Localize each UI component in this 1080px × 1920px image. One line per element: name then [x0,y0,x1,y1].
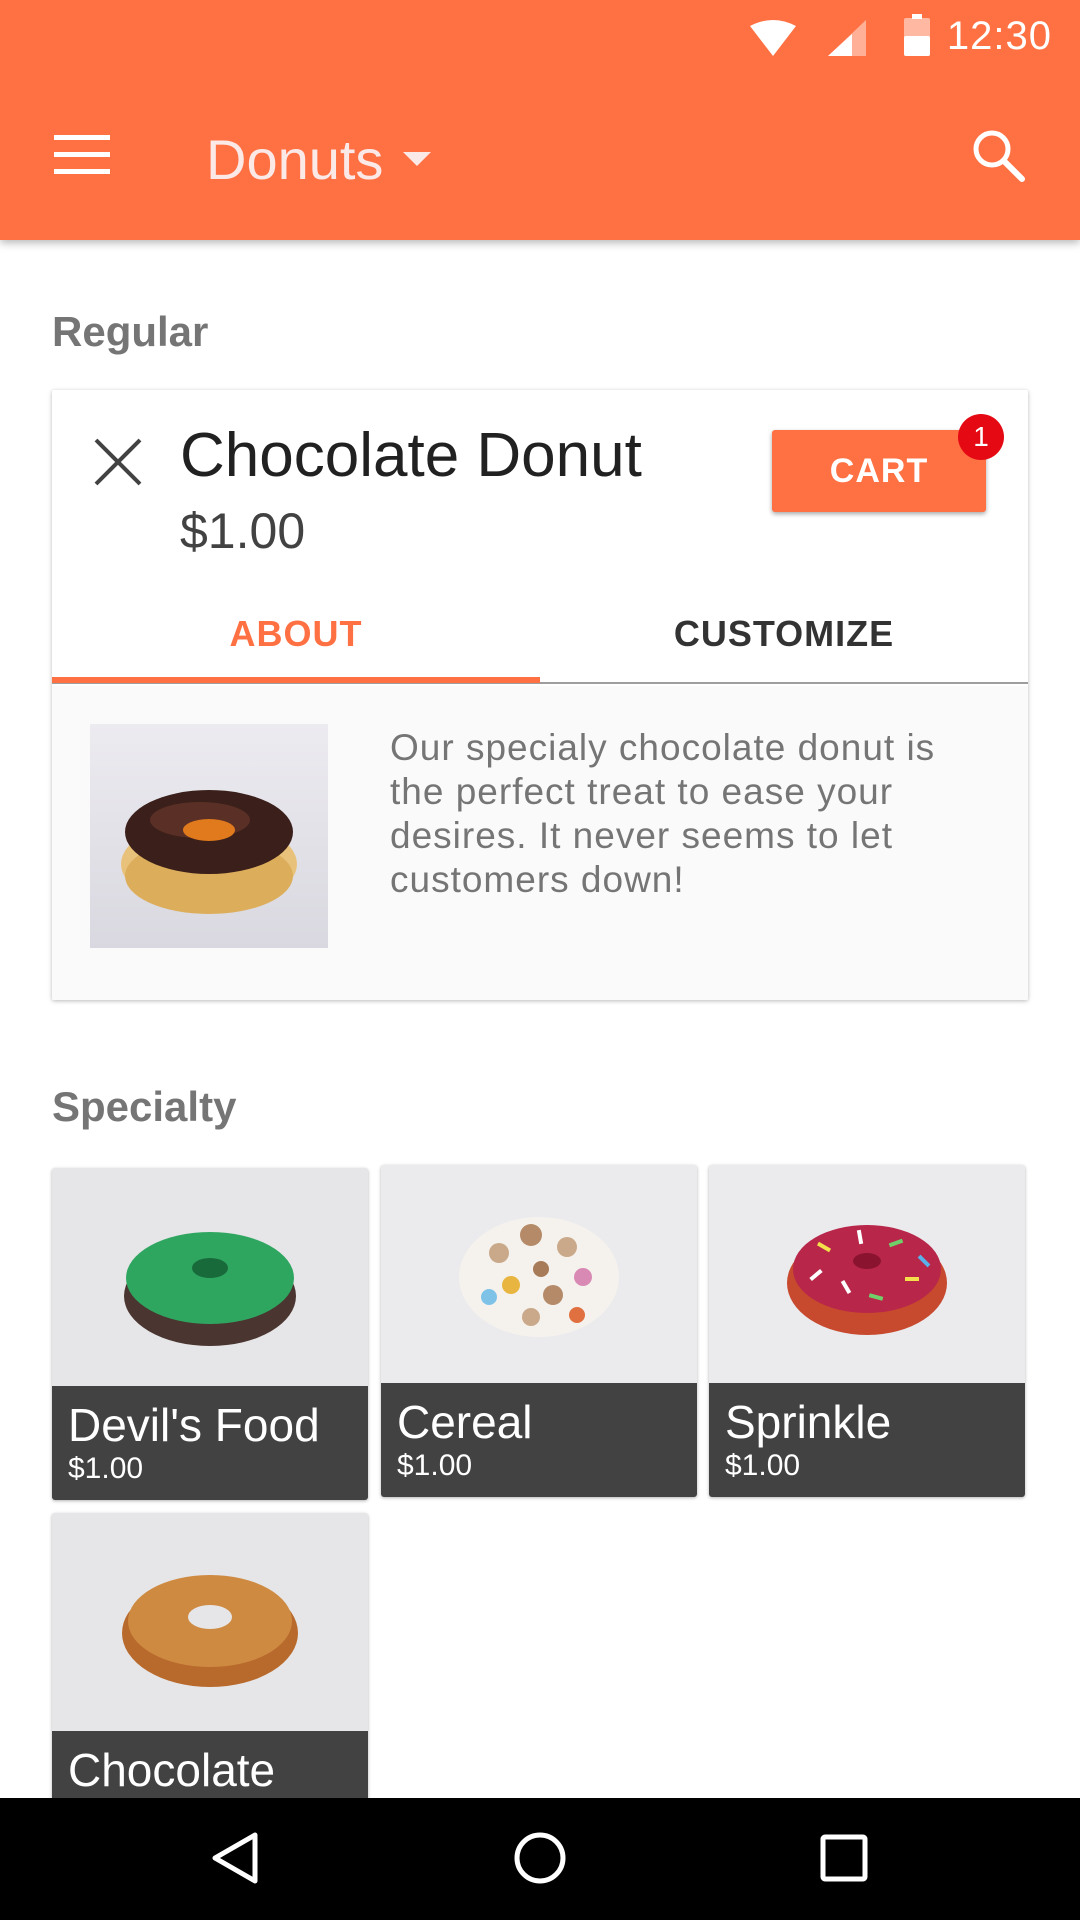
toolbar: Donuts [0,75,1080,240]
app-bar: 12:30 Donuts [0,0,1080,240]
product-description: Our specialy chocolate donut is the perf… [390,727,936,900]
tile-name: Sprinkle [725,1396,892,1448]
status-bar: 12:30 [0,0,1080,75]
product-detail-card: Chocolate Donut $1.00 CART 1 ABOUT CUSTO… [52,390,1028,1000]
category-dropdown[interactable]: Donuts [206,123,432,195]
back-button[interactable] [180,1820,290,1900]
devils-food-donut-image [52,1168,368,1386]
chocolate-donut-image [90,724,328,948]
battery-icon [904,14,930,61]
tab-customize[interactable]: CUSTOMIZE [540,585,1028,682]
cart-count-badge: 1 [958,414,1004,460]
section-title-specialty: Specialty [52,1083,237,1130]
close-icon [94,438,142,491]
search-button[interactable] [956,115,1040,199]
recents-button[interactable] [789,1820,899,1900]
status-time: 12:30 [946,14,1052,58]
detail-tabs: ABOUT CUSTOMIZE [52,585,1028,684]
product-tile-devils-food[interactable]: Devil's Food $1.00 [52,1168,368,1500]
cart-button[interactable]: CART [772,430,986,512]
cereal-donut-image [381,1165,697,1383]
wifi-icon [750,20,796,61]
tile-price: $1.00 [68,1452,144,1485]
tile-caption: Sprinkle $1.00 [709,1383,1025,1497]
tile-price: $1.00 [725,1449,801,1482]
tile-name: Devil's Food [68,1399,320,1451]
home-button[interactable] [485,1820,595,1900]
tab-indicator [52,677,540,683]
recents-icon [820,1834,868,1887]
back-icon [211,1831,259,1890]
cell-signal-icon [828,20,866,61]
product-name: Chocolate Donut [180,421,642,490]
tile-price: $1.00 [397,1449,473,1482]
product-tile-sprinkle[interactable]: Sprinkle $1.00 [709,1165,1025,1497]
tab-about[interactable]: ABOUT [52,585,540,682]
about-panel: Our specialy chocolate donut is the perf… [52,686,1028,1000]
product-tile-cereal[interactable]: Cereal $1.00 [381,1165,697,1497]
navigation-bar [0,1798,1080,1920]
tile-caption: Cereal $1.00 [381,1383,697,1497]
menu-button[interactable] [40,115,124,199]
tile-name: Cereal [397,1396,533,1448]
product-tile-chocolate[interactable]: Chocolate [52,1513,368,1845]
close-button[interactable] [80,426,156,502]
menu-icon [54,134,110,180]
dropdown-arrow-icon [403,152,432,166]
product-price: $1.00 [180,503,306,559]
tile-name: Chocolate [68,1744,276,1796]
search-icon [971,128,1025,187]
tile-caption: Devil's Food $1.00 [52,1386,368,1500]
home-icon [513,1831,567,1890]
chocolate-old-fashioned-donut-image [52,1513,368,1731]
sprinkle-donut-image [709,1165,1025,1383]
section-title-regular: Regular [52,308,209,355]
page-title: Donuts [206,127,384,191]
